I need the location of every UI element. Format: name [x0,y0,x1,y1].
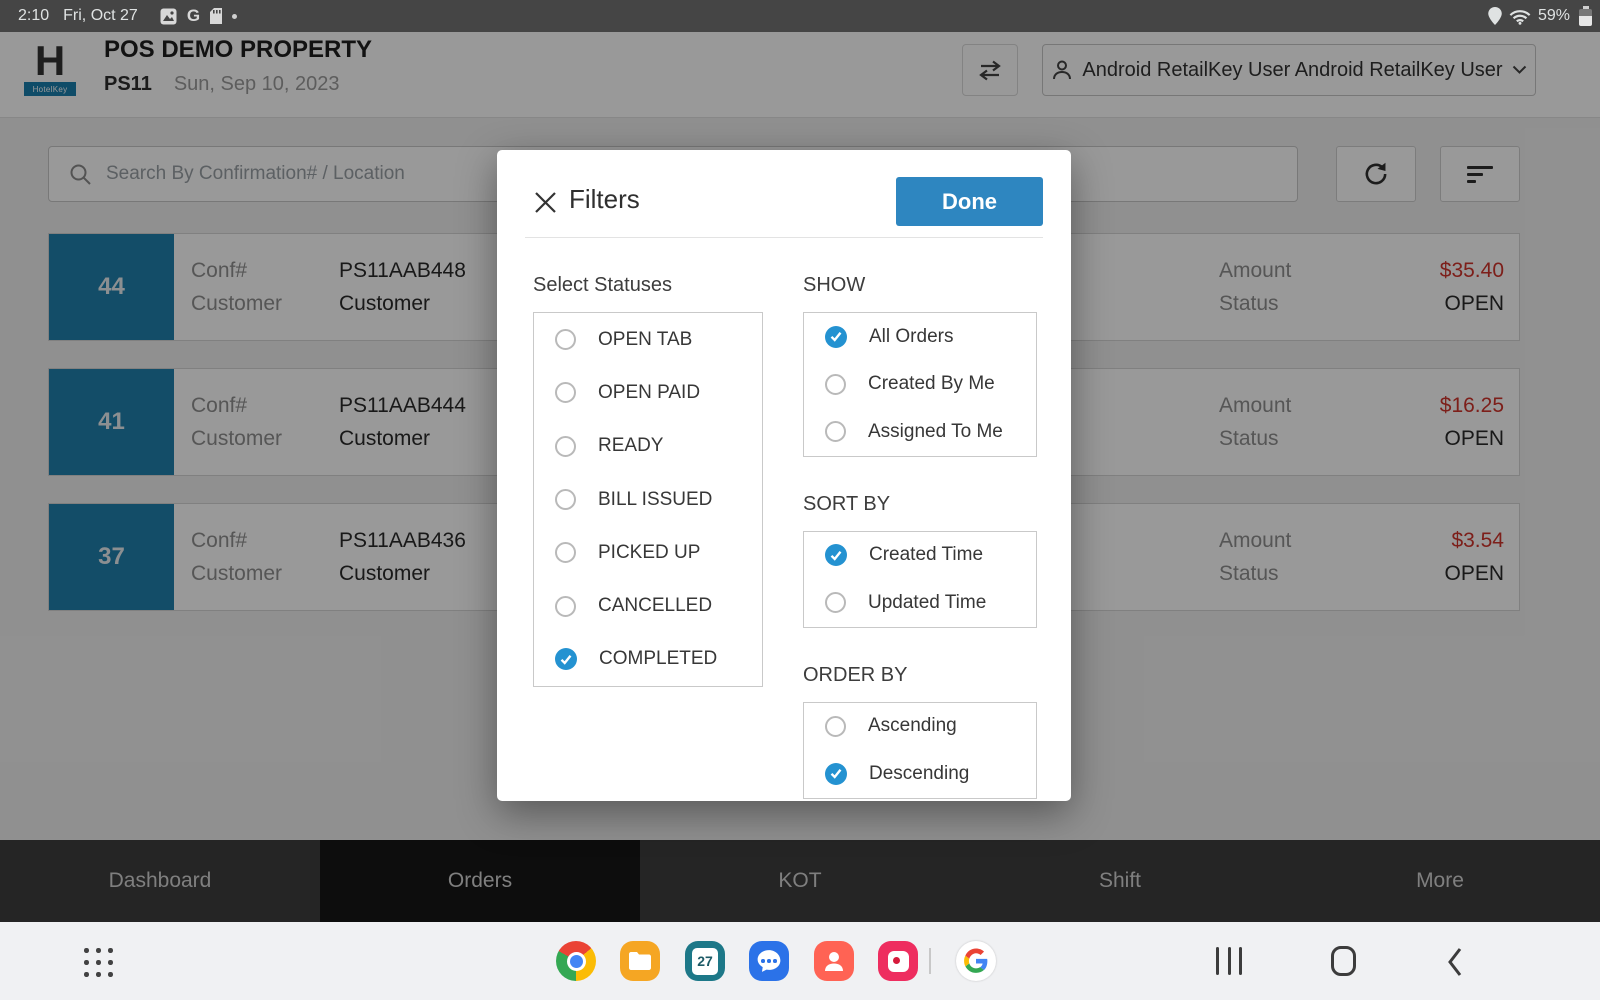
gallery-icon[interactable] [878,941,918,981]
filter-option-label: Updated Time [868,592,986,614]
filter-option-label: COMPLETED [599,648,717,670]
sdcard-notification-icon [210,8,222,24]
back-button[interactable] [1447,947,1463,977]
filter-option[interactable]: Created Time [804,532,1036,580]
radio-unchecked-icon [825,421,846,442]
checkbox-checked-icon [825,763,847,785]
filter-option[interactable]: COMPLETED [534,633,762,686]
battery-icon [1579,6,1592,26]
modal-title: Filters [569,184,640,215]
location-icon [1488,7,1502,25]
status-time: 2:10 [18,7,49,25]
android-taskbar: 27 [0,922,1600,1000]
order-by-option-group: Ascending Descending [803,702,1037,799]
taskbar-divider [929,948,931,974]
statuses-heading: Select Statuses [533,274,763,297]
google-app-icon[interactable] [956,941,996,981]
filter-option-label: PICKED UP [598,542,700,564]
filter-option-label: Ascending [868,715,957,737]
filter-option-label: READY [598,435,663,457]
done-button[interactable]: Done [896,177,1043,226]
chrome-icon[interactable] [556,941,596,981]
close-icon[interactable] [533,190,557,214]
radio-unchecked-icon [555,329,576,350]
android-status-bar: 2:10 Fri, Oct 27 G 59% [0,0,1600,32]
filter-option-label: Created By Me [868,373,995,395]
calendar-icon[interactable]: 27 [685,941,725,981]
notification-dot-icon [232,14,237,19]
filter-option[interactable]: Updated Time [804,579,1036,627]
filter-option[interactable]: Ascending [804,703,1036,751]
screen: 2:10 Fri, Oct 27 G 59% [0,0,1600,1000]
checkbox-checked-icon [555,648,577,670]
checkbox-checked-icon [825,544,847,566]
radio-unchecked-icon [555,489,576,510]
radio-unchecked-icon [555,436,576,457]
show-heading: SHOW [803,274,1037,297]
contacts-icon[interactable] [814,941,854,981]
order-by-heading: ORDER BY [803,664,1037,687]
filter-option-label: OPEN TAB [598,329,692,351]
filter-option[interactable]: OPEN TAB [534,313,762,366]
filter-option-label: All Orders [869,326,953,348]
radio-unchecked-icon [825,716,846,737]
screenshot-notification-icon [160,8,177,25]
filter-option-label: BILL ISSUED [598,489,712,511]
messages-dots [761,959,777,963]
files-icon[interactable] [620,941,660,981]
filter-option[interactable]: OPEN PAID [534,366,762,419]
filter-option[interactable]: All Orders [804,313,1036,361]
wifi-icon [1509,8,1531,25]
filter-option[interactable]: READY [534,420,762,473]
radio-unchecked-icon [555,382,576,403]
recents-button[interactable] [1216,947,1242,975]
status-date: Fri, Oct 27 [63,7,138,25]
filter-option[interactable]: Assigned To Me [804,408,1036,456]
calendar-day: 27 [692,948,718,975]
filter-option-label: Descending [869,763,969,785]
filter-option[interactable]: BILL ISSUED [534,473,762,526]
filter-option-label: CANCELLED [598,595,712,617]
sort-by-option-group: Created Time Updated Time [803,531,1037,628]
messages-icon[interactable] [749,941,789,981]
show-option-group: All Orders Created By Me Assigned To Me [803,312,1037,457]
statuses-option-group: OPEN TAB OPEN PAID READY BILL ISSUED [533,312,763,687]
filter-option[interactable]: CANCELLED [534,579,762,632]
filter-option[interactable]: PICKED UP [534,526,762,579]
sort-by-heading: SORT BY [803,493,1037,516]
home-button[interactable] [1331,946,1356,976]
filter-option-label: Assigned To Me [868,421,1003,443]
radio-unchecked-icon [555,596,576,617]
filter-option-label: Created Time [869,544,983,566]
modal-header: Filters Done [497,150,1071,237]
radio-unchecked-icon [825,374,846,395]
filter-option-label: OPEN PAID [598,382,700,404]
google-notification-icon: G [187,6,200,26]
battery-percent: 59% [1538,7,1570,25]
filter-option[interactable]: Created By Me [804,361,1036,409]
filters-modal: Filters Done Select Statuses OPEN TAB OP… [497,150,1071,801]
radio-unchecked-icon [825,592,846,613]
app-drawer-icon[interactable] [84,948,114,978]
radio-unchecked-icon [555,542,576,563]
filter-option[interactable]: Descending [804,750,1036,798]
checkbox-checked-icon [825,326,847,348]
